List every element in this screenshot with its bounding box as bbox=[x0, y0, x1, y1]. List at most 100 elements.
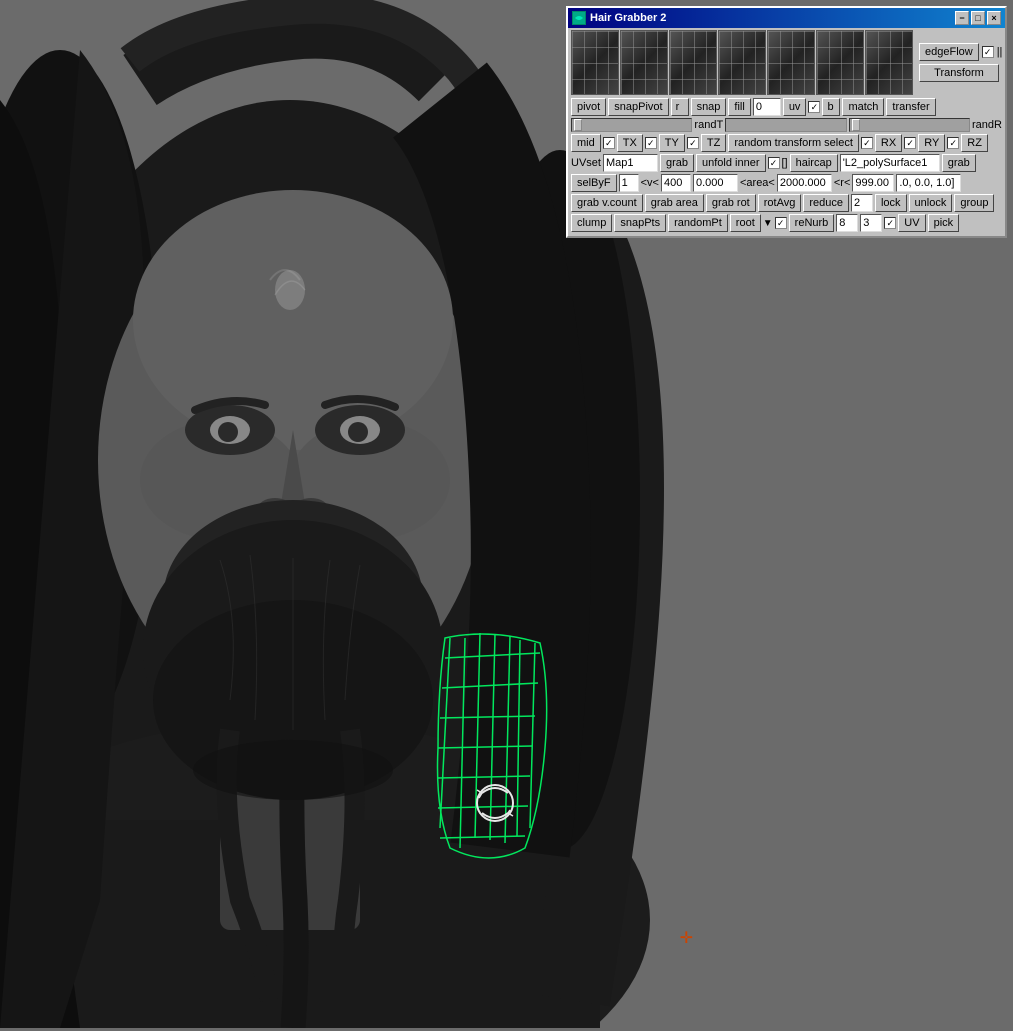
thumbnail-strip bbox=[571, 30, 913, 95]
rotAvg-button[interactable]: rotAvg bbox=[758, 194, 802, 212]
mid-checkbox[interactable] bbox=[603, 137, 615, 149]
randR-slider[interactable] bbox=[849, 118, 970, 132]
random-transform-select-button[interactable]: random transform select bbox=[728, 134, 859, 152]
randR-slider-wrap[interactable] bbox=[725, 118, 846, 132]
row-selbf: selByF <v< <area< <r< bbox=[571, 174, 1002, 192]
reNurb-button[interactable]: reNurb bbox=[789, 214, 835, 232]
minimize-button[interactable]: − bbox=[955, 11, 969, 25]
unlock-button[interactable]: unlock bbox=[909, 194, 953, 212]
mid-button[interactable]: mid bbox=[571, 134, 601, 152]
randT-label: randT bbox=[694, 119, 723, 131]
selbf-val2[interactable] bbox=[661, 174, 691, 192]
RZ-button[interactable]: RZ bbox=[961, 134, 988, 152]
TX-button[interactable]: TX bbox=[617, 134, 643, 152]
RX-checkbox[interactable] bbox=[904, 137, 916, 149]
haircap-button[interactable]: haircap bbox=[790, 154, 838, 172]
ltarea-label: <area< bbox=[740, 177, 775, 189]
pick-button[interactable]: pick bbox=[928, 214, 960, 232]
panel-title: Hair Grabber 2 bbox=[590, 12, 666, 24]
root-dropdown[interactable]: ▼ bbox=[763, 218, 773, 229]
group-button[interactable]: group bbox=[954, 194, 994, 212]
randR-label: randR bbox=[972, 119, 1002, 131]
thumbnail-4[interactable] bbox=[718, 30, 766, 95]
b-button[interactable]: b bbox=[822, 98, 840, 116]
row-clump: clump snapPts randomPt root ▼ reNurb UV … bbox=[571, 214, 1002, 232]
reNurb-val3[interactable] bbox=[860, 214, 882, 232]
TZ-button[interactable]: TZ bbox=[701, 134, 726, 152]
close-button[interactable]: × bbox=[987, 11, 1001, 25]
pivot-button[interactable]: pivot bbox=[571, 98, 606, 116]
grab1-button[interactable]: grab bbox=[660, 154, 694, 172]
uvset-label: UVset bbox=[571, 157, 601, 169]
thumbnail-5[interactable] bbox=[767, 30, 815, 95]
reduce-val[interactable] bbox=[851, 194, 873, 212]
selbf-val5[interactable] bbox=[852, 174, 894, 192]
thumbnail-2[interactable] bbox=[620, 30, 668, 95]
randT-slider[interactable] bbox=[571, 118, 692, 132]
randR-thumb[interactable] bbox=[852, 119, 860, 131]
snapPts-button[interactable]: snapPts bbox=[614, 214, 666, 232]
grab2-button[interactable]: grab bbox=[942, 154, 976, 172]
randomPt-button[interactable]: randomPt bbox=[668, 214, 728, 232]
TY-button[interactable]: TY bbox=[659, 134, 685, 152]
grab-rot-button[interactable]: grab rot bbox=[706, 194, 756, 212]
dbl-pipe-label: || bbox=[997, 46, 1003, 58]
snapPivot-button[interactable]: snapPivot bbox=[608, 98, 668, 116]
ltv-label: <v< bbox=[641, 177, 659, 189]
root-checkbox[interactable] bbox=[775, 217, 787, 229]
fill-button[interactable]: fill bbox=[728, 98, 750, 116]
thumbnail-1[interactable] bbox=[571, 30, 619, 95]
RY-checkbox[interactable] bbox=[947, 137, 959, 149]
thumbnail-7[interactable] bbox=[865, 30, 913, 95]
match-button[interactable]: match bbox=[842, 98, 884, 116]
row-grab-vcount: grab v.count grab area grab rot rotAvg r… bbox=[571, 194, 1002, 212]
grab-vcount-button[interactable]: grab v.count bbox=[571, 194, 643, 212]
transfer-button[interactable]: transfer bbox=[886, 98, 935, 116]
edgeflow-button[interactable]: edgeFlow bbox=[919, 43, 979, 61]
polysurface-input[interactable] bbox=[840, 154, 940, 172]
transform-button[interactable]: Transform bbox=[919, 64, 999, 82]
UV-button[interactable]: UV bbox=[898, 214, 925, 232]
selbf-val4[interactable] bbox=[777, 174, 832, 192]
selbf-val1[interactable] bbox=[619, 174, 639, 192]
uv-button[interactable]: uv bbox=[783, 98, 807, 116]
selbf-val3[interactable] bbox=[693, 174, 738, 192]
selbf-val6[interactable] bbox=[896, 174, 961, 192]
titlebar-buttons[interactable]: − □ × bbox=[955, 11, 1001, 25]
root-button[interactable]: root bbox=[730, 214, 761, 232]
edgeflow-checkbox[interactable] bbox=[982, 46, 994, 58]
maximize-button[interactable]: □ bbox=[971, 11, 985, 25]
renurb-checkbox[interactable] bbox=[884, 217, 896, 229]
panel-titlebar: Hair Grabber 2 − □ × bbox=[568, 8, 1005, 28]
grab-area-button[interactable]: grab area bbox=[645, 194, 704, 212]
dbl-bracket: [] bbox=[782, 157, 788, 169]
reNurb-val8[interactable] bbox=[836, 214, 858, 232]
thumbnail-3[interactable] bbox=[669, 30, 717, 95]
map1-input[interactable] bbox=[603, 154, 658, 172]
ltr-label: <r< bbox=[834, 177, 851, 189]
TX-checkbox[interactable] bbox=[645, 137, 657, 149]
titlebar-left: Hair Grabber 2 bbox=[572, 11, 666, 25]
snap-button[interactable]: snap bbox=[691, 98, 727, 116]
panel-icon bbox=[572, 11, 586, 25]
row-randt: randT randR bbox=[571, 118, 1002, 132]
TY-checkbox[interactable] bbox=[687, 137, 699, 149]
RX-button[interactable]: RX bbox=[875, 134, 902, 152]
row-pivot: pivot snapPivot r snap fill uv b match t… bbox=[571, 98, 1002, 116]
r-button[interactable]: r bbox=[671, 98, 689, 116]
panel-content: edgeFlow || Transform pivot snapPivot r … bbox=[568, 28, 1005, 236]
selByF-button[interactable]: selByF bbox=[571, 174, 617, 192]
uv-checkbox[interactable] bbox=[808, 101, 820, 113]
thumbnail-6[interactable] bbox=[816, 30, 864, 95]
unfold-checkbox[interactable] bbox=[768, 157, 780, 169]
reduce-button[interactable]: reduce bbox=[803, 194, 849, 212]
lock-button[interactable]: lock bbox=[875, 194, 907, 212]
RY-button[interactable]: RY bbox=[918, 134, 945, 152]
clump-button[interactable]: clump bbox=[571, 214, 612, 232]
fill-input[interactable] bbox=[753, 98, 781, 116]
side-buttons: edgeFlow || Transform bbox=[919, 43, 1002, 82]
unfold-inner-button[interactable]: unfold inner bbox=[696, 154, 766, 172]
randT-thumb[interactable] bbox=[574, 119, 582, 131]
rts-checkbox[interactable] bbox=[861, 137, 873, 149]
hair-grabber-panel: Hair Grabber 2 − □ × edgeFlow bbox=[566, 6, 1007, 238]
